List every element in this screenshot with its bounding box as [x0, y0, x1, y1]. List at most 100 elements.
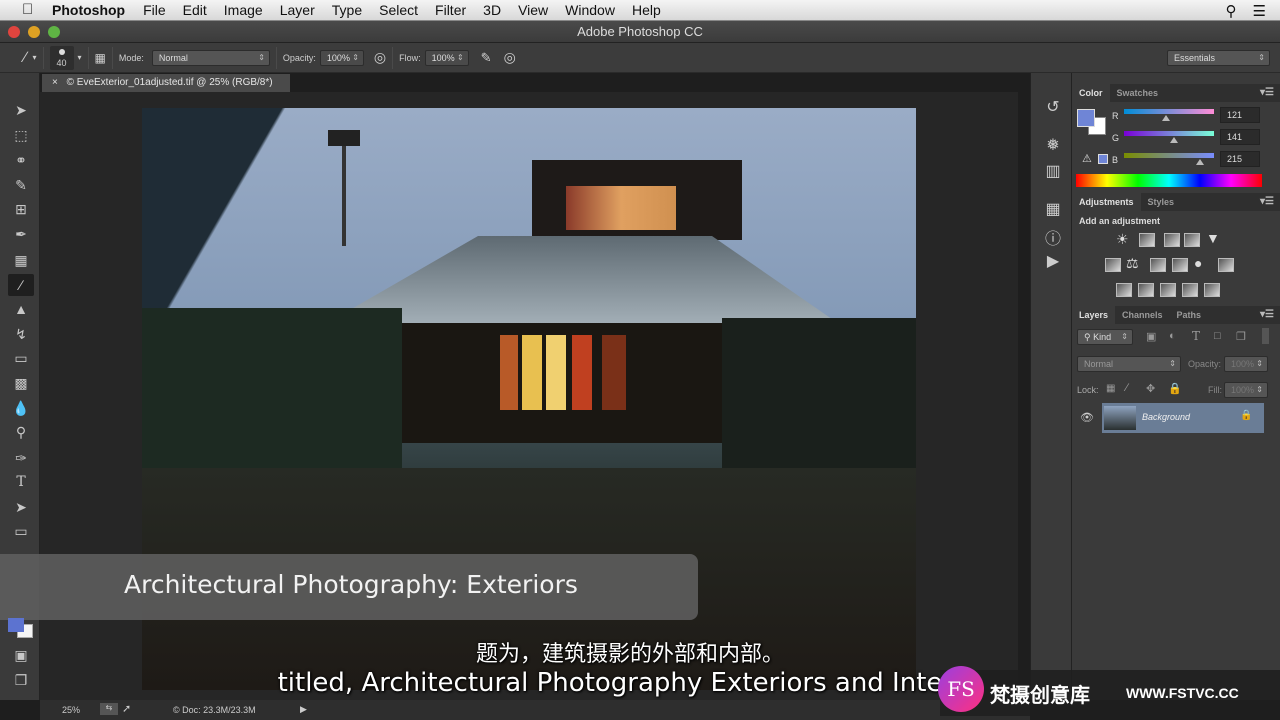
clone-stamp-tool-icon[interactable]: ▲ — [8, 298, 34, 320]
panel-menu-icon[interactable]: ▾☰ — [1260, 87, 1274, 98]
menu-select[interactable]: Select — [379, 2, 418, 18]
opacity-input[interactable]: 100% — [319, 49, 364, 66]
info-icon[interactable]: ⓘ — [1041, 225, 1065, 248]
lasso-tool-icon[interactable]: ⚭ — [8, 149, 34, 171]
menu-layer[interactable]: Layer — [280, 2, 315, 18]
fill-input[interactable]: 100% — [1224, 382, 1268, 398]
dodge-tool-icon[interactable]: ⚲ — [8, 421, 34, 443]
workspace-select[interactable]: Essentials — [1167, 50, 1270, 66]
r-value[interactable]: 121 — [1220, 107, 1260, 123]
gradient-tool-icon[interactable]: ▩ — [8, 372, 34, 394]
tab-paths[interactable]: Paths — [1170, 306, 1209, 324]
layer-opacity-input[interactable]: 100% — [1224, 356, 1268, 372]
flow-input[interactable]: 100% — [424, 49, 469, 66]
minimize-window-button[interactable] — [28, 26, 40, 38]
hue-saturation-icon[interactable] — [1105, 258, 1121, 272]
brush-tool-preset-icon[interactable]: ∕ — [24, 49, 27, 66]
menu-window[interactable]: Window — [565, 2, 615, 18]
menu-edit[interactable]: Edit — [183, 2, 207, 18]
menu-app[interactable]: Photoshop — [52, 2, 125, 18]
menu-help[interactable]: Help — [632, 2, 661, 18]
quick-selection-tool-icon[interactable]: ✎ — [8, 174, 34, 196]
tab-adjustments[interactable]: Adjustments — [1072, 193, 1141, 211]
eraser-tool-icon[interactable]: ▭ — [8, 347, 34, 369]
layer-filter-kind-select[interactable]: ⚲ Kind — [1077, 329, 1133, 345]
properties-icon[interactable]: ▦ — [1041, 199, 1065, 221]
blur-tool-icon[interactable]: 💧 — [8, 397, 34, 419]
panel-menu-icon[interactable]: ▾☰ — [1260, 196, 1274, 207]
menu-filter[interactable]: Filter — [435, 2, 466, 18]
pressure-size-icon[interactable]: ◎ — [504, 49, 516, 66]
out-of-gamut-warning-icon[interactable]: ⚠ — [1082, 152, 1092, 165]
zoom-level[interactable]: 25% — [62, 705, 80, 715]
apple-icon[interactable]:  — [22, 2, 42, 18]
layer-visibility-eye-icon[interactable]: 👁 — [1080, 411, 1094, 424]
tab-channels[interactable]: Channels — [1115, 306, 1170, 324]
layer-row[interactable]: 👁 Background 🔒 — [1072, 403, 1264, 433]
eyedropper-tool-icon[interactable]: ✒ — [8, 223, 34, 245]
tab-color[interactable]: Color — [1072, 84, 1110, 102]
levels-icon[interactable] — [1139, 233, 1155, 247]
filter-adjustment-icon[interactable]: ◐ — [1169, 330, 1176, 342]
b-slider[interactable] — [1124, 153, 1214, 165]
pressure-opacity-icon[interactable]: ◎ — [374, 49, 386, 66]
menu-view[interactable]: View — [518, 2, 548, 18]
tab-styles[interactable]: Styles — [1141, 193, 1182, 211]
lock-transparent-icon[interactable]: ▦ — [1106, 383, 1115, 394]
panel-menu-icon[interactable]: ▾☰ — [1260, 309, 1274, 320]
pen-tool-icon[interactable]: ✑ — [8, 447, 34, 469]
airbrush-icon[interactable]: ✎ — [481, 50, 492, 66]
color-lookup-icon[interactable] — [1218, 258, 1234, 272]
preset-dropdown-icon[interactable]: ▾ — [33, 53, 37, 62]
color-panel-fg-swatch[interactable] — [1077, 109, 1095, 127]
export-icon[interactable]: ➚ — [122, 702, 131, 715]
history-brush-tool-icon[interactable]: ↯ — [8, 323, 34, 345]
brush-panel-toggle-icon[interactable]: ▦ — [95, 51, 106, 65]
g-slider-thumb[interactable] — [1169, 137, 1178, 143]
spotlight-search-icon[interactable]: ⚲ — [1226, 2, 1237, 20]
selective-color-icon[interactable] — [1182, 283, 1198, 297]
filter-toggle[interactable] — [1262, 328, 1269, 344]
lock-all-icon[interactable]: 🔒 — [1168, 382, 1182, 395]
document-tab[interactable]: × © EveExterior_01adjusted.tif @ 25% (RG… — [42, 74, 290, 92]
layer-name[interactable]: Background — [1142, 412, 1190, 422]
crop-tool-icon[interactable]: ⊞ — [8, 198, 34, 220]
photo-filter-icon[interactable] — [1172, 258, 1188, 272]
navigator-icon[interactable]: ❅ — [1041, 135, 1065, 157]
status-menu-arrow-icon[interactable]: ▶ — [300, 704, 307, 715]
menu-type[interactable]: Type — [332, 2, 362, 18]
brush-picker-dropdown-icon[interactable]: ▾ — [78, 53, 82, 62]
menu-file[interactable]: File — [143, 2, 166, 18]
move-tool-icon[interactable]: ➤ — [8, 99, 34, 121]
path-selection-tool-icon[interactable]: ➤ — [8, 496, 34, 518]
color-ramp[interactable] — [1076, 174, 1262, 187]
brush-tool-icon[interactable]: ∕ — [8, 274, 34, 296]
mode-select[interactable]: Normal — [151, 49, 270, 66]
zoom-window-button[interactable] — [48, 26, 60, 38]
posterize-icon[interactable] — [1138, 283, 1154, 297]
r-slider[interactable] — [1124, 109, 1214, 121]
healing-brush-tool-icon[interactable]: ▦ — [8, 249, 34, 271]
curves-icon[interactable] — [1164, 233, 1180, 247]
gamut-swatch[interactable] — [1098, 154, 1108, 164]
r-slider-thumb[interactable] — [1162, 115, 1171, 121]
brush-size-picker[interactable]: 40 — [49, 45, 74, 70]
black-white-icon[interactable] — [1150, 258, 1166, 272]
filter-shape-icon[interactable]: □ — [1214, 330, 1221, 342]
close-document-icon[interactable]: × — [52, 77, 58, 88]
actions-play-icon[interactable]: ▶ — [1041, 251, 1065, 273]
notification-list-icon[interactable]: ☰ — [1253, 2, 1266, 20]
filter-pixel-icon[interactable]: ▣ — [1146, 330, 1156, 343]
filter-type-icon[interactable]: T — [1192, 329, 1200, 343]
menu-3d[interactable]: 3D — [483, 2, 501, 18]
lock-position-icon[interactable]: ✥ — [1146, 382, 1155, 395]
tab-swatches[interactable]: Swatches — [1110, 84, 1166, 102]
threshold-icon[interactable] — [1160, 283, 1176, 297]
invert-icon[interactable] — [1116, 283, 1132, 297]
vibrance-icon[interactable]: ▼ — [1206, 230, 1220, 246]
gradient-map-icon[interactable] — [1204, 283, 1220, 297]
type-tool-icon[interactable]: T — [8, 471, 34, 493]
marquee-tool-icon[interactable]: ⬚ — [8, 124, 34, 146]
brightness-contrast-icon[interactable]: ☀ — [1116, 231, 1129, 248]
g-slider[interactable] — [1124, 131, 1214, 143]
